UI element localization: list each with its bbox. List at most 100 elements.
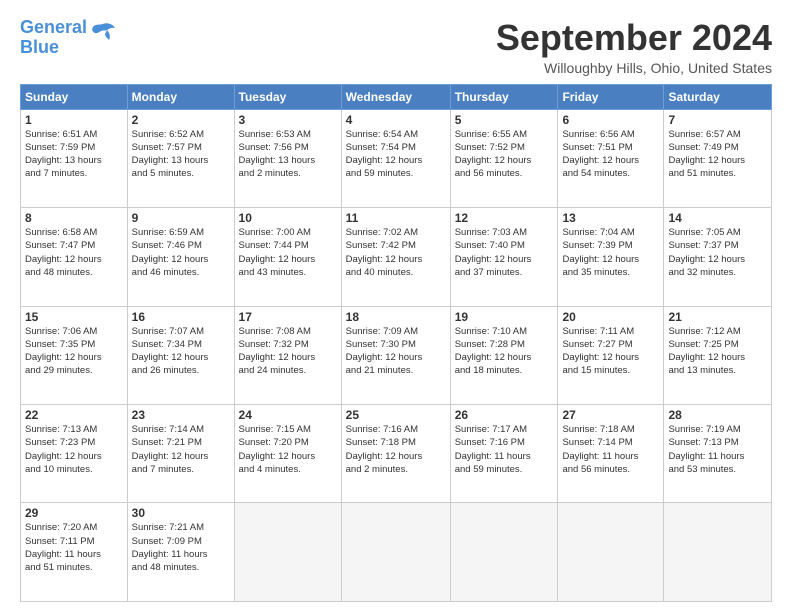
day-info: Sunrise: 6:53 AMSunset: 7:56 PMDaylight:… (239, 128, 337, 181)
day-cell: 15Sunrise: 7:06 AMSunset: 7:35 PMDayligh… (21, 306, 128, 404)
col-header-wednesday: Wednesday (341, 84, 450, 109)
day-info: Sunrise: 7:11 AMSunset: 7:27 PMDaylight:… (562, 325, 659, 378)
day-cell (558, 503, 664, 602)
day-cell: 25Sunrise: 7:16 AMSunset: 7:18 PMDayligh… (341, 405, 450, 503)
day-info: Sunrise: 6:55 AMSunset: 7:52 PMDaylight:… (455, 128, 554, 181)
day-cell: 5Sunrise: 6:55 AMSunset: 7:52 PMDaylight… (450, 109, 558, 207)
day-cell: 13Sunrise: 7:04 AMSunset: 7:39 PMDayligh… (558, 208, 664, 306)
day-info: Sunrise: 7:04 AMSunset: 7:39 PMDaylight:… (562, 226, 659, 279)
week-row-1: 1Sunrise: 6:51 AMSunset: 7:59 PMDaylight… (21, 109, 772, 207)
day-cell: 16Sunrise: 7:07 AMSunset: 7:34 PMDayligh… (127, 306, 234, 404)
day-number: 11 (346, 211, 446, 225)
day-cell: 20Sunrise: 7:11 AMSunset: 7:27 PMDayligh… (558, 306, 664, 404)
col-header-monday: Monday (127, 84, 234, 109)
week-row-4: 22Sunrise: 7:13 AMSunset: 7:23 PMDayligh… (21, 405, 772, 503)
day-cell: 4Sunrise: 6:54 AMSunset: 7:54 PMDaylight… (341, 109, 450, 207)
day-number: 9 (132, 211, 230, 225)
day-cell: 30Sunrise: 7:21 AMSunset: 7:09 PMDayligh… (127, 503, 234, 602)
day-number: 17 (239, 310, 337, 324)
day-cell: 22Sunrise: 7:13 AMSunset: 7:23 PMDayligh… (21, 405, 128, 503)
day-info: Sunrise: 7:06 AMSunset: 7:35 PMDaylight:… (25, 325, 123, 378)
day-number: 21 (668, 310, 767, 324)
day-number: 19 (455, 310, 554, 324)
day-cell: 24Sunrise: 7:15 AMSunset: 7:20 PMDayligh… (234, 405, 341, 503)
header-row: SundayMondayTuesdayWednesdayThursdayFrid… (21, 84, 772, 109)
day-info: Sunrise: 7:15 AMSunset: 7:20 PMDaylight:… (239, 423, 337, 476)
day-number: 29 (25, 506, 123, 520)
day-cell: 8Sunrise: 6:58 AMSunset: 7:47 PMDaylight… (21, 208, 128, 306)
day-cell: 12Sunrise: 7:03 AMSunset: 7:40 PMDayligh… (450, 208, 558, 306)
day-cell: 23Sunrise: 7:14 AMSunset: 7:21 PMDayligh… (127, 405, 234, 503)
day-cell: 19Sunrise: 7:10 AMSunset: 7:28 PMDayligh… (450, 306, 558, 404)
logo-text: GeneralBlue (20, 18, 87, 58)
day-info: Sunrise: 7:00 AMSunset: 7:44 PMDaylight:… (239, 226, 337, 279)
subtitle: Willoughby Hills, Ohio, United States (496, 60, 772, 76)
col-header-sunday: Sunday (21, 84, 128, 109)
day-number: 13 (562, 211, 659, 225)
day-cell: 11Sunrise: 7:02 AMSunset: 7:42 PMDayligh… (341, 208, 450, 306)
day-cell: 29Sunrise: 7:20 AMSunset: 7:11 PMDayligh… (21, 503, 128, 602)
day-number: 6 (562, 113, 659, 127)
month-title: September 2024 (496, 18, 772, 58)
title-area: September 2024 Willoughby Hills, Ohio, U… (496, 18, 772, 76)
day-info: Sunrise: 6:58 AMSunset: 7:47 PMDaylight:… (25, 226, 123, 279)
day-cell: 3Sunrise: 6:53 AMSunset: 7:56 PMDaylight… (234, 109, 341, 207)
day-info: Sunrise: 7:08 AMSunset: 7:32 PMDaylight:… (239, 325, 337, 378)
day-cell: 18Sunrise: 7:09 AMSunset: 7:30 PMDayligh… (341, 306, 450, 404)
day-cell: 1Sunrise: 6:51 AMSunset: 7:59 PMDaylight… (21, 109, 128, 207)
day-info: Sunrise: 6:51 AMSunset: 7:59 PMDaylight:… (25, 128, 123, 181)
day-info: Sunrise: 7:16 AMSunset: 7:18 PMDaylight:… (346, 423, 446, 476)
day-info: Sunrise: 7:14 AMSunset: 7:21 PMDaylight:… (132, 423, 230, 476)
logo-bird-icon (89, 22, 117, 44)
day-cell: 21Sunrise: 7:12 AMSunset: 7:25 PMDayligh… (664, 306, 772, 404)
day-cell: 7Sunrise: 6:57 AMSunset: 7:49 PMDaylight… (664, 109, 772, 207)
day-info: Sunrise: 6:54 AMSunset: 7:54 PMDaylight:… (346, 128, 446, 181)
day-number: 16 (132, 310, 230, 324)
day-number: 15 (25, 310, 123, 324)
day-number: 4 (346, 113, 446, 127)
day-info: Sunrise: 7:18 AMSunset: 7:14 PMDaylight:… (562, 423, 659, 476)
day-cell: 2Sunrise: 6:52 AMSunset: 7:57 PMDaylight… (127, 109, 234, 207)
col-header-tuesday: Tuesday (234, 84, 341, 109)
day-info: Sunrise: 7:13 AMSunset: 7:23 PMDaylight:… (25, 423, 123, 476)
day-cell (664, 503, 772, 602)
day-info: Sunrise: 7:21 AMSunset: 7:09 PMDaylight:… (132, 521, 230, 574)
day-number: 1 (25, 113, 123, 127)
day-number: 22 (25, 408, 123, 422)
day-info: Sunrise: 7:19 AMSunset: 7:13 PMDaylight:… (668, 423, 767, 476)
day-info: Sunrise: 6:56 AMSunset: 7:51 PMDaylight:… (562, 128, 659, 181)
header: GeneralBlue September 2024 Willoughby Hi… (20, 18, 772, 76)
page: GeneralBlue September 2024 Willoughby Hi… (0, 0, 792, 612)
day-number: 18 (346, 310, 446, 324)
day-number: 26 (455, 408, 554, 422)
day-cell (341, 503, 450, 602)
day-number: 12 (455, 211, 554, 225)
day-cell: 6Sunrise: 6:56 AMSunset: 7:51 PMDaylight… (558, 109, 664, 207)
logo: GeneralBlue (20, 18, 117, 58)
day-info: Sunrise: 7:07 AMSunset: 7:34 PMDaylight:… (132, 325, 230, 378)
day-info: Sunrise: 7:03 AMSunset: 7:40 PMDaylight:… (455, 226, 554, 279)
day-number: 10 (239, 211, 337, 225)
day-number: 3 (239, 113, 337, 127)
day-number: 24 (239, 408, 337, 422)
day-number: 2 (132, 113, 230, 127)
day-cell: 9Sunrise: 6:59 AMSunset: 7:46 PMDaylight… (127, 208, 234, 306)
week-row-3: 15Sunrise: 7:06 AMSunset: 7:35 PMDayligh… (21, 306, 772, 404)
day-info: Sunrise: 7:02 AMSunset: 7:42 PMDaylight:… (346, 226, 446, 279)
day-cell: 27Sunrise: 7:18 AMSunset: 7:14 PMDayligh… (558, 405, 664, 503)
week-row-5: 29Sunrise: 7:20 AMSunset: 7:11 PMDayligh… (21, 503, 772, 602)
day-number: 25 (346, 408, 446, 422)
day-info: Sunrise: 7:09 AMSunset: 7:30 PMDaylight:… (346, 325, 446, 378)
day-info: Sunrise: 7:12 AMSunset: 7:25 PMDaylight:… (668, 325, 767, 378)
day-number: 14 (668, 211, 767, 225)
day-info: Sunrise: 7:05 AMSunset: 7:37 PMDaylight:… (668, 226, 767, 279)
day-info: Sunrise: 7:17 AMSunset: 7:16 PMDaylight:… (455, 423, 554, 476)
day-info: Sunrise: 7:20 AMSunset: 7:11 PMDaylight:… (25, 521, 123, 574)
day-info: Sunrise: 7:10 AMSunset: 7:28 PMDaylight:… (455, 325, 554, 378)
calendar-table: SundayMondayTuesdayWednesdayThursdayFrid… (20, 84, 772, 602)
day-info: Sunrise: 6:52 AMSunset: 7:57 PMDaylight:… (132, 128, 230, 181)
day-number: 20 (562, 310, 659, 324)
day-number: 23 (132, 408, 230, 422)
day-cell: 14Sunrise: 7:05 AMSunset: 7:37 PMDayligh… (664, 208, 772, 306)
col-header-saturday: Saturday (664, 84, 772, 109)
